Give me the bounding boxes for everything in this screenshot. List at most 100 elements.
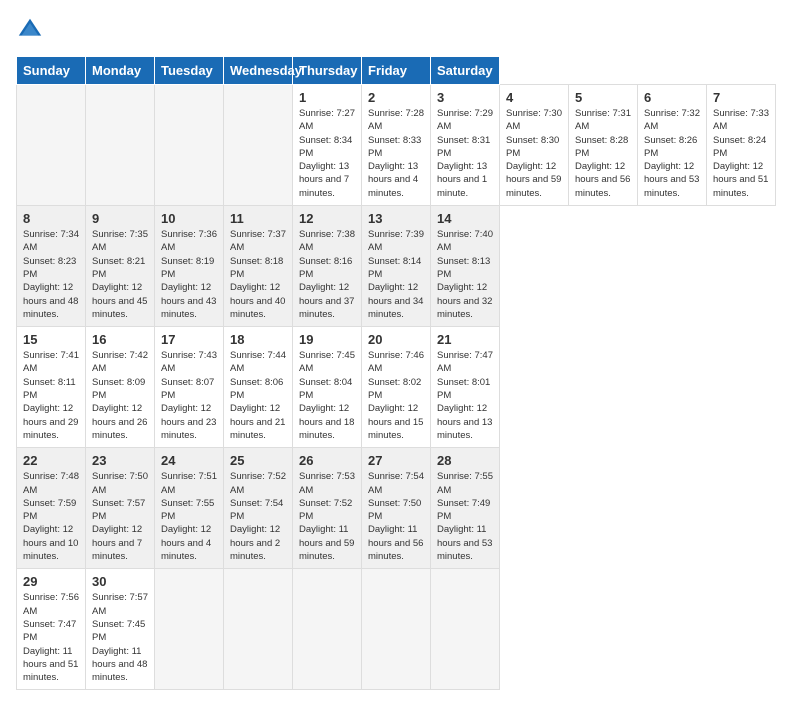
calendar-cell: 13 Sunrise: 7:39 AM Sunset: 8:14 PM Dayl… xyxy=(362,206,431,327)
day-number: 17 xyxy=(161,332,217,347)
calendar-cell: 2 Sunrise: 7:28 AM Sunset: 8:33 PM Dayli… xyxy=(362,85,431,206)
day-number: 28 xyxy=(437,453,493,468)
day-number: 12 xyxy=(299,211,355,226)
day-info: Sunrise: 7:27 AM Sunset: 8:34 PM Dayligh… xyxy=(299,107,355,200)
week-row-2: 8 Sunrise: 7:34 AM Sunset: 8:23 PM Dayli… xyxy=(17,206,776,327)
calendar-cell: 23 Sunrise: 7:50 AM Sunset: 7:57 PM Dayl… xyxy=(86,448,155,569)
weekday-monday: Monday xyxy=(86,57,155,85)
calendar-cell: 27 Sunrise: 7:54 AM Sunset: 7:50 PM Dayl… xyxy=(362,448,431,569)
calendar-cell: 15 Sunrise: 7:41 AM Sunset: 8:11 PM Dayl… xyxy=(17,327,86,448)
day-info: Sunrise: 7:35 AM Sunset: 8:21 PM Dayligh… xyxy=(92,228,148,321)
page-header xyxy=(16,16,776,44)
calendar-cell: 22 Sunrise: 7:48 AM Sunset: 7:59 PM Dayl… xyxy=(17,448,86,569)
weekday-wednesday: Wednesday xyxy=(224,57,293,85)
calendar-cell: 18 Sunrise: 7:44 AM Sunset: 8:06 PM Dayl… xyxy=(224,327,293,448)
day-info: Sunrise: 7:31 AM Sunset: 8:28 PM Dayligh… xyxy=(575,107,631,200)
calendar-cell xyxy=(224,569,293,690)
week-row-1: 1 Sunrise: 7:27 AM Sunset: 8:34 PM Dayli… xyxy=(17,85,776,206)
day-info: Sunrise: 7:37 AM Sunset: 8:18 PM Dayligh… xyxy=(230,228,286,321)
day-number: 15 xyxy=(23,332,79,347)
calendar-cell: 11 Sunrise: 7:37 AM Sunset: 8:18 PM Dayl… xyxy=(224,206,293,327)
calendar-cell: 10 Sunrise: 7:36 AM Sunset: 8:19 PM Dayl… xyxy=(155,206,224,327)
day-info: Sunrise: 7:52 AM Sunset: 7:54 PM Dayligh… xyxy=(230,470,286,563)
weekday-tuesday: Tuesday xyxy=(155,57,224,85)
day-info: Sunrise: 7:45 AM Sunset: 8:04 PM Dayligh… xyxy=(299,349,355,442)
calendar-cell: 6 Sunrise: 7:32 AM Sunset: 8:26 PM Dayli… xyxy=(638,85,707,206)
day-number: 21 xyxy=(437,332,493,347)
calendar-cell xyxy=(155,569,224,690)
day-number: 24 xyxy=(161,453,217,468)
day-info: Sunrise: 7:39 AM Sunset: 8:14 PM Dayligh… xyxy=(368,228,424,321)
day-number: 9 xyxy=(92,211,148,226)
calendar-cell: 29 Sunrise: 7:56 AM Sunset: 7:47 PM Dayl… xyxy=(17,569,86,690)
day-info: Sunrise: 7:47 AM Sunset: 8:01 PM Dayligh… xyxy=(437,349,493,442)
day-info: Sunrise: 7:36 AM Sunset: 8:19 PM Dayligh… xyxy=(161,228,217,321)
day-info: Sunrise: 7:28 AM Sunset: 8:33 PM Dayligh… xyxy=(368,107,424,200)
day-number: 2 xyxy=(368,90,424,105)
calendar-cell xyxy=(224,85,293,206)
day-number: 1 xyxy=(299,90,355,105)
calendar-cell: 3 Sunrise: 7:29 AM Sunset: 8:31 PM Dayli… xyxy=(431,85,500,206)
day-number: 20 xyxy=(368,332,424,347)
calendar-cell xyxy=(362,569,431,690)
weekday-header-row: SundayMondayTuesdayWednesdayThursdayFrid… xyxy=(17,57,776,85)
calendar-cell: 24 Sunrise: 7:51 AM Sunset: 7:55 PM Dayl… xyxy=(155,448,224,569)
day-number: 6 xyxy=(644,90,700,105)
calendar-cell: 30 Sunrise: 7:57 AM Sunset: 7:45 PM Dayl… xyxy=(86,569,155,690)
logo xyxy=(16,16,48,44)
calendar-cell xyxy=(431,569,500,690)
calendar-cell xyxy=(155,85,224,206)
day-number: 26 xyxy=(299,453,355,468)
calendar-cell: 17 Sunrise: 7:43 AM Sunset: 8:07 PM Dayl… xyxy=(155,327,224,448)
calendar-cell: 25 Sunrise: 7:52 AM Sunset: 7:54 PM Dayl… xyxy=(224,448,293,569)
day-number: 4 xyxy=(506,90,562,105)
day-info: Sunrise: 7:53 AM Sunset: 7:52 PM Dayligh… xyxy=(299,470,355,563)
calendar-cell: 21 Sunrise: 7:47 AM Sunset: 8:01 PM Dayl… xyxy=(431,327,500,448)
day-number: 11 xyxy=(230,211,286,226)
day-info: Sunrise: 7:32 AM Sunset: 8:26 PM Dayligh… xyxy=(644,107,700,200)
calendar-cell: 14 Sunrise: 7:40 AM Sunset: 8:13 PM Dayl… xyxy=(431,206,500,327)
day-info: Sunrise: 7:30 AM Sunset: 8:30 PM Dayligh… xyxy=(506,107,562,200)
calendar-cell: 16 Sunrise: 7:42 AM Sunset: 8:09 PM Dayl… xyxy=(86,327,155,448)
day-number: 7 xyxy=(713,90,769,105)
weekday-thursday: Thursday xyxy=(293,57,362,85)
day-info: Sunrise: 7:41 AM Sunset: 8:11 PM Dayligh… xyxy=(23,349,79,442)
calendar-cell: 26 Sunrise: 7:53 AM Sunset: 7:52 PM Dayl… xyxy=(293,448,362,569)
calendar-cell: 5 Sunrise: 7:31 AM Sunset: 8:28 PM Dayli… xyxy=(569,85,638,206)
calendar-cell xyxy=(86,85,155,206)
calendar-cell: 7 Sunrise: 7:33 AM Sunset: 8:24 PM Dayli… xyxy=(707,85,776,206)
day-info: Sunrise: 7:46 AM Sunset: 8:02 PM Dayligh… xyxy=(368,349,424,442)
day-info: Sunrise: 7:48 AM Sunset: 7:59 PM Dayligh… xyxy=(23,470,79,563)
day-number: 14 xyxy=(437,211,493,226)
day-info: Sunrise: 7:50 AM Sunset: 7:57 PM Dayligh… xyxy=(92,470,148,563)
day-info: Sunrise: 7:42 AM Sunset: 8:09 PM Dayligh… xyxy=(92,349,148,442)
calendar-cell: 19 Sunrise: 7:45 AM Sunset: 8:04 PM Dayl… xyxy=(293,327,362,448)
day-number: 18 xyxy=(230,332,286,347)
day-info: Sunrise: 7:55 AM Sunset: 7:49 PM Dayligh… xyxy=(437,470,493,563)
calendar-body: 1 Sunrise: 7:27 AM Sunset: 8:34 PM Dayli… xyxy=(17,85,776,690)
week-row-3: 15 Sunrise: 7:41 AM Sunset: 8:11 PM Dayl… xyxy=(17,327,776,448)
day-info: Sunrise: 7:40 AM Sunset: 8:13 PM Dayligh… xyxy=(437,228,493,321)
calendar-cell: 28 Sunrise: 7:55 AM Sunset: 7:49 PM Dayl… xyxy=(431,448,500,569)
calendar-cell: 4 Sunrise: 7:30 AM Sunset: 8:30 PM Dayli… xyxy=(500,85,569,206)
day-number: 22 xyxy=(23,453,79,468)
day-number: 13 xyxy=(368,211,424,226)
day-number: 3 xyxy=(437,90,493,105)
calendar-cell: 20 Sunrise: 7:46 AM Sunset: 8:02 PM Dayl… xyxy=(362,327,431,448)
day-info: Sunrise: 7:51 AM Sunset: 7:55 PM Dayligh… xyxy=(161,470,217,563)
day-info: Sunrise: 7:44 AM Sunset: 8:06 PM Dayligh… xyxy=(230,349,286,442)
day-number: 23 xyxy=(92,453,148,468)
day-number: 29 xyxy=(23,574,79,589)
calendar-cell xyxy=(17,85,86,206)
day-number: 25 xyxy=(230,453,286,468)
day-number: 16 xyxy=(92,332,148,347)
week-row-5: 29 Sunrise: 7:56 AM Sunset: 7:47 PM Dayl… xyxy=(17,569,776,690)
logo-icon xyxy=(16,16,44,44)
day-info: Sunrise: 7:29 AM Sunset: 8:31 PM Dayligh… xyxy=(437,107,493,200)
calendar-cell: 9 Sunrise: 7:35 AM Sunset: 8:21 PM Dayli… xyxy=(86,206,155,327)
calendar-cell: 12 Sunrise: 7:38 AM Sunset: 8:16 PM Dayl… xyxy=(293,206,362,327)
weekday-sunday: Sunday xyxy=(17,57,86,85)
day-number: 19 xyxy=(299,332,355,347)
day-info: Sunrise: 7:33 AM Sunset: 8:24 PM Dayligh… xyxy=(713,107,769,200)
day-info: Sunrise: 7:43 AM Sunset: 8:07 PM Dayligh… xyxy=(161,349,217,442)
